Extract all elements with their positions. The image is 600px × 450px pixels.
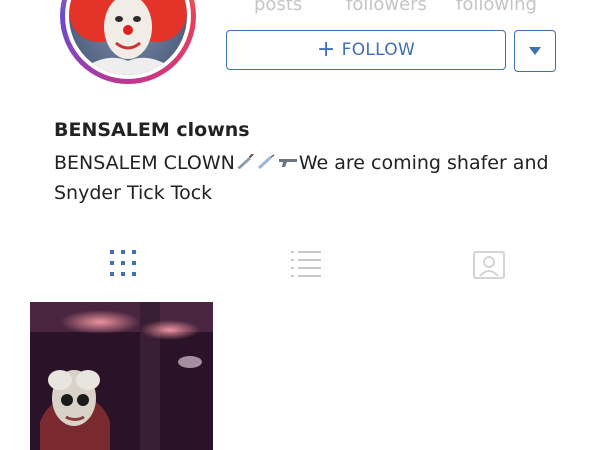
post-image <box>30 302 213 450</box>
avatar-image <box>69 0 187 75</box>
avatar-border <box>65 0 191 79</box>
bio-prefix: BENSALEM CLOWN <box>54 152 235 174</box>
syringe-icon <box>257 154 275 170</box>
profile-name: BENSALEM clowns <box>54 119 250 141</box>
follow-button[interactable]: + FOLLOW <box>226 30 506 70</box>
plus-icon: + <box>316 37 336 62</box>
tab-grid-view[interactable] <box>108 248 148 284</box>
followers-label[interactable]: followers <box>346 0 427 15</box>
post-thumbnail[interactable] <box>30 302 213 450</box>
tagged-photos-icon <box>473 251 505 279</box>
posts-label[interactable]: posts <box>254 0 302 15</box>
profile-avatar[interactable] <box>60 0 196 84</box>
suggested-accounts-dropdown-button[interactable] <box>514 30 556 72</box>
grid-icon <box>110 250 136 276</box>
tab-list-view[interactable] <box>290 248 330 284</box>
clown-avatar-illustration <box>69 0 187 75</box>
profile-bio: BENSALEM CLOWN We are coming shafer and … <box>54 148 574 208</box>
knife-icon <box>236 153 254 169</box>
following-label[interactable]: following <box>456 0 537 15</box>
list-icon <box>291 251 321 277</box>
bio-emojis <box>235 152 299 174</box>
caret-down-icon <box>529 47 541 55</box>
gun-icon <box>278 159 297 167</box>
follow-button-label: FOLLOW <box>341 40 416 60</box>
tab-tagged-photos[interactable] <box>472 248 512 284</box>
